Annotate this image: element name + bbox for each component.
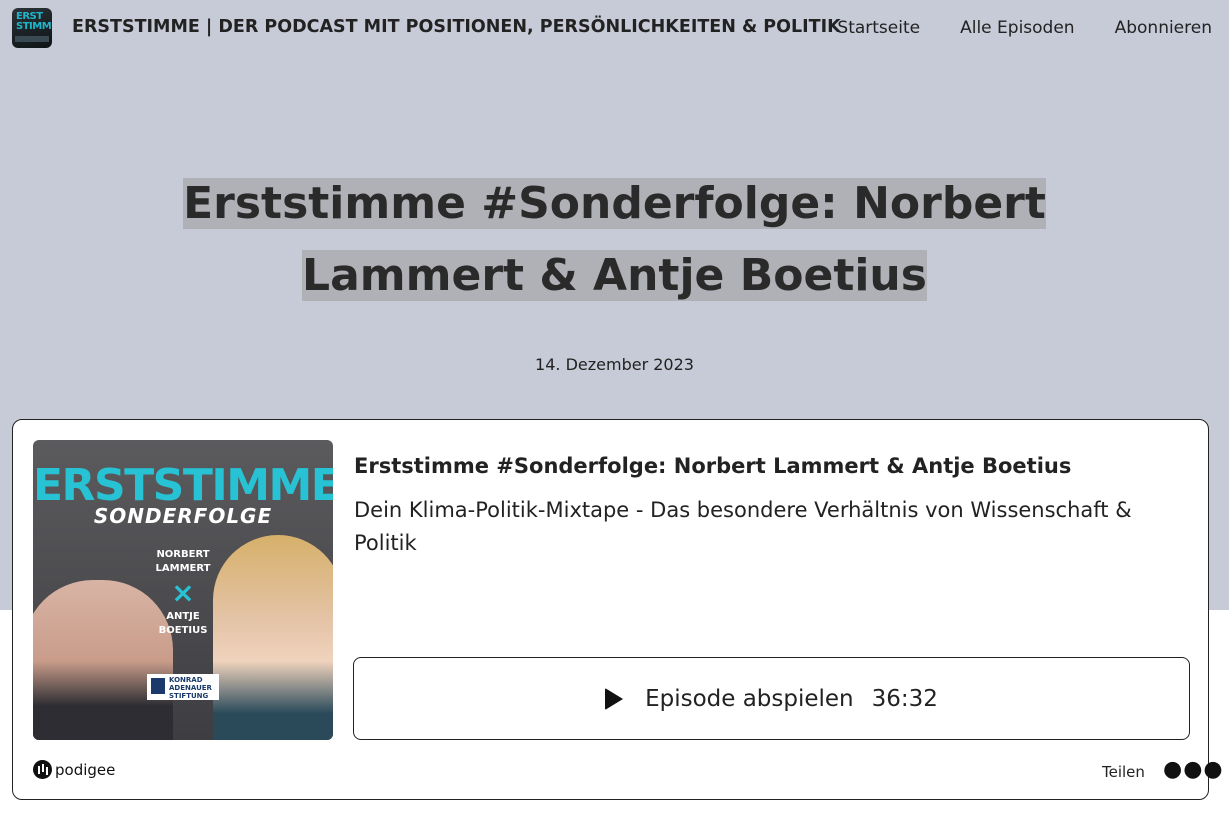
podcast-player: ERSTSTIMME SONDERFOLGE NORBERT LAMMERT ×… [12,419,1223,800]
logo-text: ERST STIMME [16,11,52,32]
page-headline: Erststimme #Sonderfolge: Norbert Lammert… [0,168,1229,312]
cover-names: NORBERT LAMMERT × ANTJE BOETIUS [151,548,215,638]
page-title: Erststimme #Sonderfolge: Norbert Lammert… [183,178,1046,301]
podigee-label: podigee [55,760,116,779]
episode-duration: 36:32 [871,685,938,712]
more-dots-icon[interactable]: ●●● [1163,759,1224,781]
podigee-icon [33,760,52,779]
cover-subtitle: SONDERFOLGE [93,504,273,528]
main-nav: Startseite Alle Episoden Abonnieren [837,18,1212,38]
podcast-logo[interactable]: ERST STIMME [12,8,52,48]
cover-portrait-right [213,535,333,740]
episode-subtitle: Dein Klima-Politik-Mixtape - Das besonde… [354,498,1132,555]
cover-cross-icon: × [171,576,195,609]
kas-logo: KONRAD ADENAUER STIFTUNG [147,674,219,700]
episode-title: Erststimme #Sonderfolge: Norbert Lammert… [354,454,1072,478]
cover-brand: ERSTSTIMME [33,460,333,511]
top-bar: ERST STIMME ERSTSTIMME | DER PODCAST MIT… [0,0,1229,58]
play-episode-button[interactable]: Episode abspielen 36:32 [353,657,1190,740]
kas-mark-icon [151,678,165,694]
play-label: Episode abspielen [645,685,854,712]
nav-item-abonnieren[interactable]: Abonnieren [1115,18,1212,38]
publish-date: 14. Dezember 2023 [535,355,694,374]
share-button[interactable]: Teilen [1102,763,1145,781]
nav-item-startseite[interactable]: Startseite [837,18,920,38]
play-icon [605,687,624,710]
podigee-link[interactable]: podigee [33,760,115,779]
episode-cover-image: ERSTSTIMME SONDERFOLGE NORBERT LAMMERT ×… [33,440,333,740]
site-title[interactable]: ERSTSTIMME | DER PODCAST MIT POSITIONEN,… [72,17,841,37]
nav-item-alle-episoden[interactable]: Alle Episoden [960,18,1074,38]
